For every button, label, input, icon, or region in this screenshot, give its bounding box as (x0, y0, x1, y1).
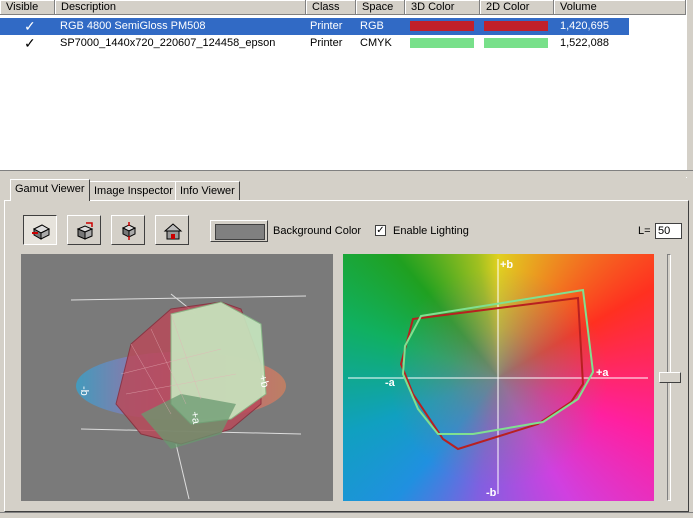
list-header: Visible Description Class Space 3D Color… (0, 0, 686, 16)
column-header-class[interactable]: Class (306, 0, 356, 15)
tab-gamut-viewer[interactable]: Gamut Viewer (10, 179, 90, 201)
axis-label-minus-a: -a (385, 377, 396, 389)
row-class: Printer (310, 37, 343, 49)
row-2d-color-swatch[interactable] (484, 21, 548, 31)
column-header-visible[interactable]: Visible (0, 0, 55, 15)
row-space: RGB (360, 20, 384, 32)
row-class: Printer (310, 20, 343, 32)
visible-check-icon[interactable]: ✓ (24, 35, 36, 52)
splitter[interactable] (0, 170, 693, 177)
column-header-3d-color[interactable]: 3D Color (405, 0, 480, 15)
column-header-volume[interactable]: Volume (554, 0, 686, 15)
enable-lighting-checkbox[interactable]: ✓ (375, 225, 386, 236)
list-scrollbar[interactable] (686, 0, 693, 178)
view-3d-icon (32, 224, 51, 240)
row-volume: 1,522,088 (560, 37, 609, 49)
home-button[interactable] (155, 215, 189, 245)
flip-icon (121, 222, 137, 240)
visible-check-icon[interactable]: ✓ (24, 18, 36, 35)
row-3d-color-swatch[interactable] (410, 38, 474, 48)
row-volume: 1,420,695 (560, 20, 609, 32)
background-color-button[interactable] (210, 220, 268, 242)
profile-list[interactable]: Visible Description Class Space 3D Color… (0, 0, 687, 170)
column-header-2d-color[interactable]: 2D Color (480, 0, 554, 15)
table-row[interactable]: ✓ RGB 4800 SemiGloss PM508 Printer RGB 1… (0, 18, 629, 35)
axis-label-minus-b: -b (486, 487, 497, 499)
background-color-label: Background Color (273, 225, 362, 237)
axis-label-plus-b: +b (500, 259, 513, 271)
enable-lighting-label: Enable Lighting (393, 225, 469, 237)
gamut-2d-view[interactable]: +b -b -a +a (343, 254, 654, 501)
tab-image-inspector[interactable]: Image Inspector (89, 181, 178, 200)
svg-text:-b: -b (78, 386, 90, 396)
row-2d-color-swatch[interactable] (484, 38, 548, 48)
view-3d-button[interactable] (23, 215, 57, 245)
column-header-space[interactable]: Space (356, 0, 405, 15)
tab-info-viewer[interactable]: Info Viewer (175, 181, 240, 200)
gamut-3d-view[interactable]: -b +b +a (21, 254, 333, 501)
flip-button[interactable] (111, 215, 145, 245)
l-slider-thumb[interactable] (659, 372, 681, 383)
l-value-input[interactable]: 50 (655, 223, 682, 239)
l-label: L= (638, 225, 651, 237)
status-bar (0, 512, 693, 518)
row-space: CMYK (360, 37, 392, 49)
row-description: SP7000_1440x720_220607_124458_epson (60, 37, 276, 49)
rotate-button[interactable] (67, 215, 101, 245)
table-row[interactable]: ✓ SP7000_1440x720_220607_124458_epson Pr… (0, 35, 629, 52)
rotate-icon (76, 222, 94, 240)
column-header-description[interactable]: Description (55, 0, 306, 15)
row-3d-color-swatch[interactable] (410, 21, 474, 31)
background-color-swatch (215, 224, 265, 240)
row-description: RGB 4800 SemiGloss PM508 (60, 20, 206, 32)
axis-label-plus-a: +a (596, 367, 609, 379)
home-icon (163, 223, 183, 240)
